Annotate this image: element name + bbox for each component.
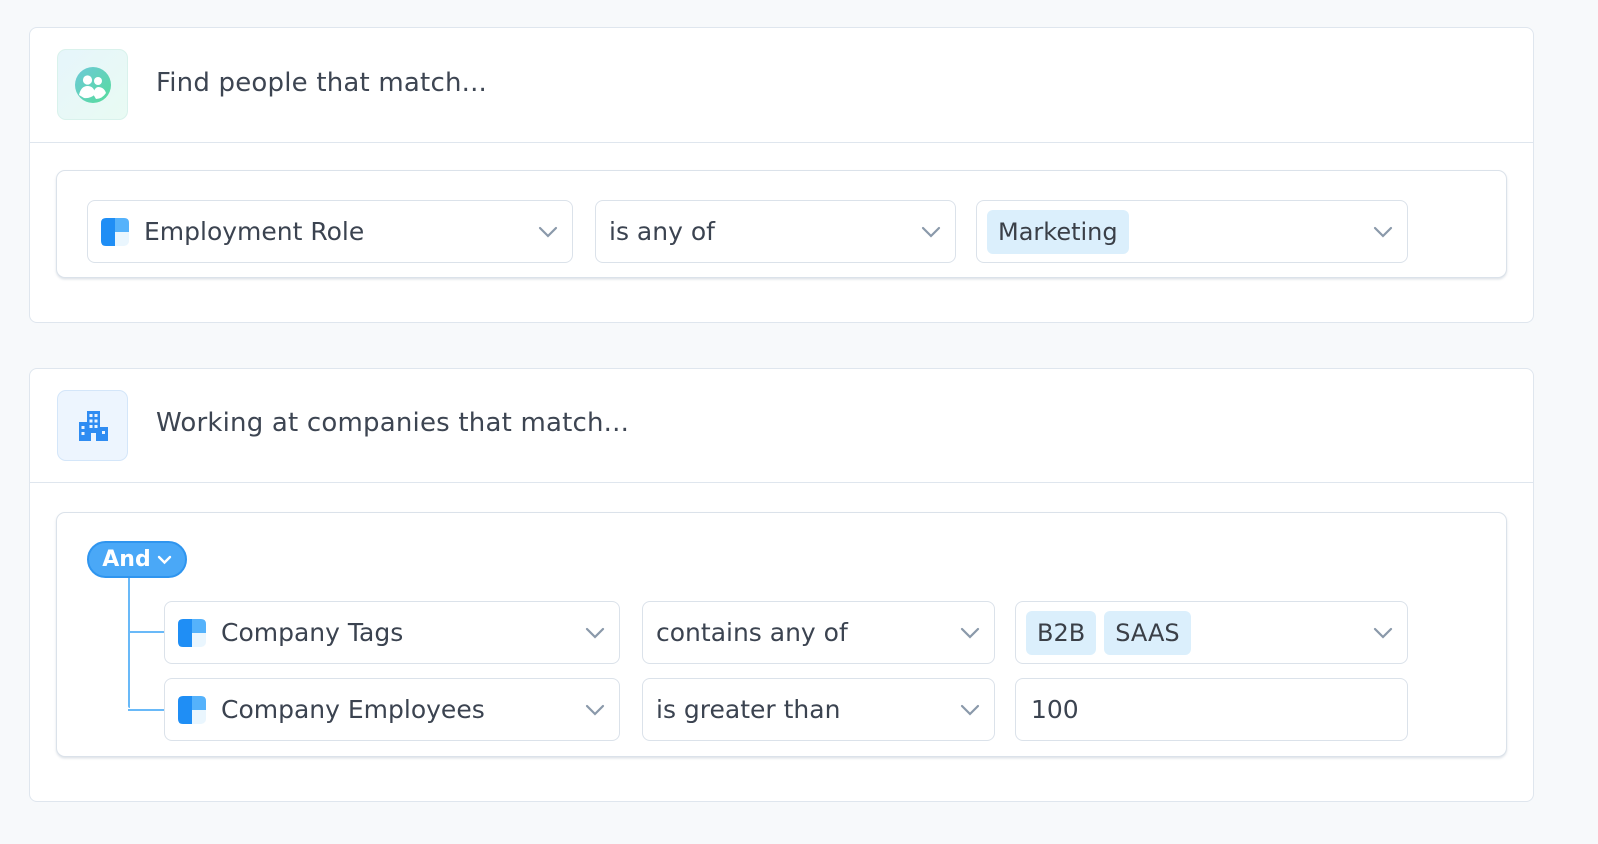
value-input-text[interactable]: 100 [1031,695,1079,724]
people-icon-tile [57,49,128,120]
chevron-down-icon [921,226,941,238]
values-multiselect[interactable]: Marketing [976,200,1408,263]
chevron-down-icon [960,627,980,639]
value-chip[interactable]: B2B [1026,610,1097,655]
chevron-down-icon [538,226,558,238]
company-card-header: Working at companies that match... [30,369,1533,483]
property-label: Company Employees [221,695,485,724]
tree-connector-vertical [128,576,130,708]
tree-connector-branch-1 [128,631,164,633]
building-icon [78,410,108,441]
operator-label: is greater than [656,695,841,724]
property-icon [178,695,206,724]
operator-dropdown[interactable]: is greater than [642,678,995,741]
operator-label: is any of [609,217,715,246]
chevron-down-icon [157,555,171,564]
people-card-header: Find people that match... [30,28,1533,143]
chevron-down-icon [585,627,605,639]
property-dropdown[interactable]: Employment Role [87,200,573,263]
company-rule-box: And Company Tags contains any of B2B SAA… [56,512,1507,757]
property-label: Employment Role [144,217,365,246]
company-filter-card: Working at companies that match... And C… [29,368,1534,802]
property-icon [101,217,129,246]
value-chip[interactable]: SAAS [1104,610,1191,655]
chevron-down-icon [585,704,605,716]
values-multiselect[interactable]: B2B SAAS [1015,601,1408,664]
company-card-title: Working at companies that match... [156,408,630,438]
building-icon-tile [57,390,128,461]
value-chip[interactable]: Marketing [987,209,1129,254]
chevron-down-icon [960,704,980,716]
people-rule-box: Employment Role is any of Marketing [56,170,1507,278]
logic-operator-label: And [102,547,151,572]
property-label: Company Tags [221,618,404,647]
operator-dropdown[interactable]: contains any of [642,601,995,664]
operator-dropdown[interactable]: is any of [595,200,956,263]
people-icon [74,66,111,103]
operator-label: contains any of [656,618,848,647]
value-input[interactable]: 100 [1015,678,1408,741]
property-dropdown[interactable]: Company Tags [164,601,620,664]
property-dropdown[interactable]: Company Employees [164,678,620,741]
property-icon [178,618,206,647]
chevron-down-icon [1373,627,1393,639]
people-filter-card: Find people that match... Employment Rol… [29,27,1534,323]
tree-connector-branch-2 [128,709,164,711]
chevron-down-icon [1373,226,1393,238]
logic-operator-dropdown[interactable]: And [87,541,187,578]
people-card-title: Find people that match... [156,68,488,98]
